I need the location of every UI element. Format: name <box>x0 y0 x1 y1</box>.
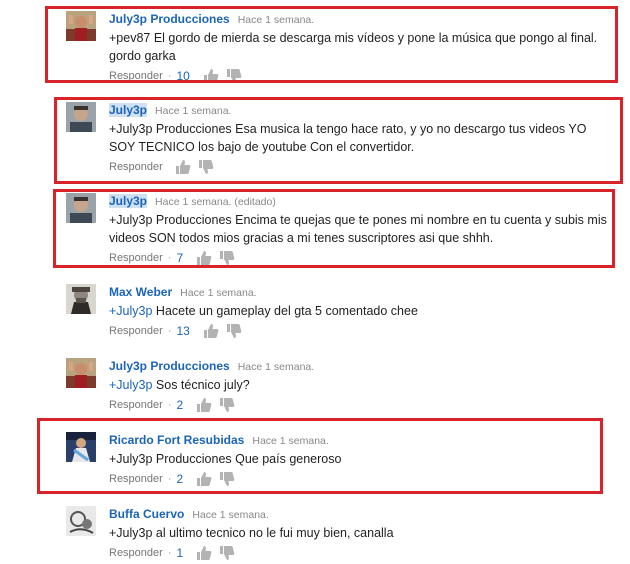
comment-author[interactable]: Max Weber <box>109 285 172 299</box>
reply-button[interactable]: Responder <box>109 547 163 559</box>
avatar[interactable] <box>66 284 96 314</box>
comment-timestamp[interactable]: Hace 1 semana. <box>180 287 256 299</box>
comment-text: +July3p al ultimo tecnico no le fui muy … <box>109 526 394 540</box>
mention-link[interactable]: +July3p <box>109 304 152 318</box>
reply-button[interactable]: Responder <box>109 325 163 337</box>
comment-text: +July3p Sos técnico july? <box>109 376 616 394</box>
like-count: 2 <box>176 398 184 412</box>
mention-link[interactable]: +July3p <box>109 378 152 392</box>
like-count: 13 <box>176 324 190 338</box>
comment-body: Sos técnico july? <box>155 378 250 392</box>
comment-author[interactable]: July3p Producciones <box>109 359 230 373</box>
thumb-down-icon[interactable] <box>219 397 235 413</box>
comment-timestamp[interactable]: Hace 1 semana. <box>238 361 314 373</box>
thumb-up-icon[interactable] <box>196 545 212 561</box>
separator-dot: · <box>167 325 172 337</box>
comment-body: Hacete un gameplay del gta 5 comentado c… <box>155 304 418 318</box>
highlight-box <box>53 189 615 268</box>
highlight-box <box>37 418 603 494</box>
highlight-box <box>45 6 618 83</box>
thumb-down-icon[interactable] <box>226 323 242 339</box>
comment-text: +July3p Hacete un gameplay del gta 5 com… <box>109 302 616 320</box>
thumb-up-icon[interactable] <box>203 323 219 339</box>
highlight-box <box>54 97 623 184</box>
comment-timestamp[interactable]: Hace 1 semana. <box>192 509 268 521</box>
avatar[interactable] <box>66 506 96 536</box>
separator-dot: · <box>167 399 172 411</box>
reply-button[interactable]: Responder <box>109 399 163 411</box>
thumb-up-icon[interactable] <box>196 397 212 413</box>
comment-author[interactable]: Buffa Cuervo <box>109 507 184 521</box>
separator-dot: · <box>167 547 172 559</box>
like-count: 1 <box>176 546 184 560</box>
avatar[interactable] <box>66 358 96 388</box>
thumb-down-icon[interactable] <box>219 545 235 561</box>
